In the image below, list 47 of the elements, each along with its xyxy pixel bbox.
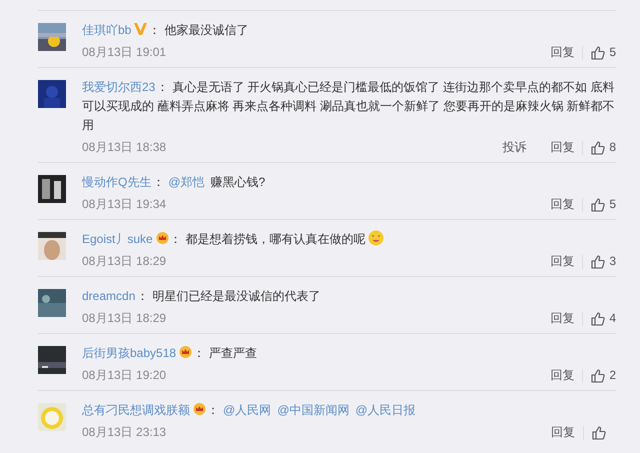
comment-text: 我爱切尔西23： 真心是无语了 开火锅真心已经是门槛最低的饭馆了 连街边那个卖早点的都不如 底料可以买现成的 蘸料弄点麻将 再来点各种调料 涮品真也就一个新鲜了 您要再开的是麻辣火锅 新鲜都不用 — [82, 79, 616, 134]
username-link[interactable]: 佳琪吖bb — [82, 23, 132, 37]
reply-link[interactable]: 回复 — [550, 253, 574, 270]
username-link[interactable]: 我爱切尔西23 — [82, 80, 156, 94]
mention-link[interactable]: @中国新闻网 — [277, 403, 350, 417]
reply-link[interactable]: 回复 — [550, 367, 574, 384]
comment-text: 佳琪吖bb ： 他家最没诚信了 — [82, 22, 250, 39]
timestamp: 08月13日 19:20 — [82, 367, 166, 384]
thumbs-up-icon[interactable] — [591, 312, 606, 326]
comment-text: 总有刁民想调戏朕额 ： @人民网 @中国新闻网 @人民日报 — [82, 402, 417, 419]
username-link[interactable]: 慢动作Q先生 — [82, 175, 152, 189]
username-link[interactable]: dreamcdn — [82, 289, 136, 303]
timestamp: 08月13日 19:34 — [82, 196, 166, 213]
reply-link[interactable]: 回复 — [550, 310, 574, 327]
timestamp: 08月13日 19:01 — [82, 44, 166, 61]
thumbs-up-icon[interactable] — [592, 426, 606, 440]
thumbs-up-icon[interactable] — [591, 198, 606, 212]
reply-link[interactable]: 回复 — [550, 196, 574, 213]
mention-link[interactable]: @人民网 — [223, 403, 272, 417]
reply-link[interactable]: 回复 — [550, 139, 574, 156]
comment-text: Egoist丿suke ： 都是想着捞钱，哪有认真在做的呢 — [82, 230, 616, 249]
like-count: 3 — [609, 253, 616, 270]
thumbs-up-icon[interactable] — [591, 46, 606, 60]
like-count: 8 — [609, 139, 616, 156]
username-link[interactable]: 总有刁民想调戏朕额 — [82, 403, 190, 417]
timestamp: 08月13日 18:29 — [82, 310, 166, 327]
timestamp: 08月13日 23:13 — [82, 424, 166, 441]
mention-link[interactable]: @郑恺 — [168, 175, 205, 189]
comment-text: 后街男孩baby518 ： 严查严查 — [82, 345, 258, 362]
timestamp: 08月13日 18:29 — [82, 253, 166, 270]
comment-text: 慢动作Q先生： @郑恺 赚黑心钱? — [82, 174, 266, 191]
thumbs-up-icon[interactable] — [591, 368, 606, 382]
like-count: 5 — [609, 196, 616, 213]
reply-link[interactable]: 回复 — [550, 44, 574, 61]
username-link[interactable]: Egoist丿suke — [82, 232, 153, 246]
reply-link[interactable]: 回复 — [551, 424, 575, 441]
report-link[interactable]: 投诉 — [502, 139, 526, 156]
comment-text: dreamcdn： 明星们已经是最没诚信的代表了 — [82, 288, 322, 305]
timestamp: 08月13日 18:38 — [82, 139, 166, 156]
like-count: 2 — [609, 367, 616, 384]
thumbs-up-icon[interactable] — [591, 254, 606, 268]
like-count: 5 — [609, 44, 616, 61]
mention-link[interactable]: @人民日报 — [355, 403, 416, 417]
smiley-icon — [368, 230, 384, 246]
username-link[interactable]: 后街男孩baby518 — [82, 346, 176, 360]
like-count: 4 — [609, 310, 616, 327]
thumbs-up-icon[interactable] — [591, 140, 606, 154]
